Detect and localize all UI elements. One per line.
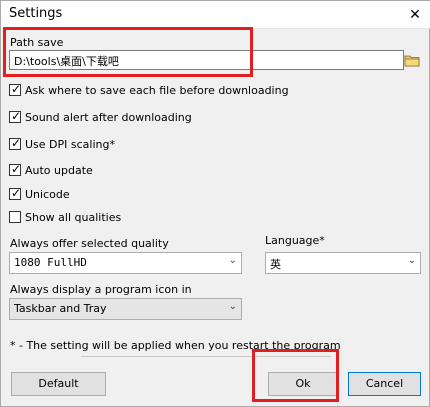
check-icon: ✓ <box>11 162 22 176</box>
check-icon: ✓ <box>11 186 22 200</box>
language-select[interactable]: 英 ⌄ <box>265 252 421 274</box>
checkbox-box[interactable]: ✓ <box>9 82 22 96</box>
quality-label: Always offer selected quality <box>10 237 169 250</box>
quality-select[interactable]: 1080 FullHD ⌄ <box>9 252 242 274</box>
checkbox-label: Auto update <box>25 164 93 177</box>
settings-window: Settings ✕ Path save D:\tools\桌面\下载吧 ✓ A… <box>0 0 430 407</box>
icon-display-value: Taskbar and Tray <box>14 302 107 315</box>
checkbox-label: Sound alert after downloading <box>25 111 192 124</box>
checkbox-box[interactable]: ✓ <box>9 109 22 123</box>
checkbox-box[interactable]: ✓ <box>9 136 22 150</box>
checkbox-box[interactable]: ✓ <box>9 162 22 176</box>
language-value: 英 <box>270 258 281 271</box>
chevron-down-icon: ⌄ <box>228 255 237 266</box>
language-label: Language* <box>265 234 325 247</box>
icon-display-label: Always display a program icon in <box>10 283 192 296</box>
checkbox-label: Ask where to save each file before downl… <box>25 84 289 97</box>
chevron-down-icon: ⌄ <box>407 255 416 266</box>
cancel-button[interactable]: Cancel <box>348 372 421 396</box>
check-icon: ✓ <box>11 136 22 150</box>
ok-button[interactable]: Ok <box>268 372 338 396</box>
checkbox-box[interactable] <box>9 211 21 223</box>
quality-value: 1080 FullHD <box>14 256 87 269</box>
checkbox-label: Unicode <box>25 188 70 201</box>
check-icon: ✓ <box>11 109 22 123</box>
checkbox-box[interactable]: ✓ <box>9 186 22 200</box>
path-save-input[interactable]: D:\tools\桌面\下载吧 <box>9 50 404 70</box>
default-button[interactable]: Default <box>11 372 106 396</box>
title-bar: Settings ✕ <box>1 1 430 29</box>
restart-note: * - The setting will be applied when you… <box>10 339 341 352</box>
chevron-down-icon: ⌄ <box>228 301 237 312</box>
window-title: Settings <box>9 6 63 21</box>
checkbox-label: Show all qualities <box>25 211 122 224</box>
divider <box>81 356 331 357</box>
checkbox-label: Use DPI scaling* <box>25 138 115 151</box>
path-save-value: D:\tools\桌面\下载吧 <box>14 55 119 68</box>
folder-icon[interactable] <box>404 52 420 68</box>
close-button[interactable]: ✕ <box>399 1 430 29</box>
path-save-label: Path save <box>10 36 64 49</box>
check-icon: ✓ <box>11 82 22 96</box>
icon-display-select[interactable]: Taskbar and Tray ⌄ <box>9 298 242 320</box>
